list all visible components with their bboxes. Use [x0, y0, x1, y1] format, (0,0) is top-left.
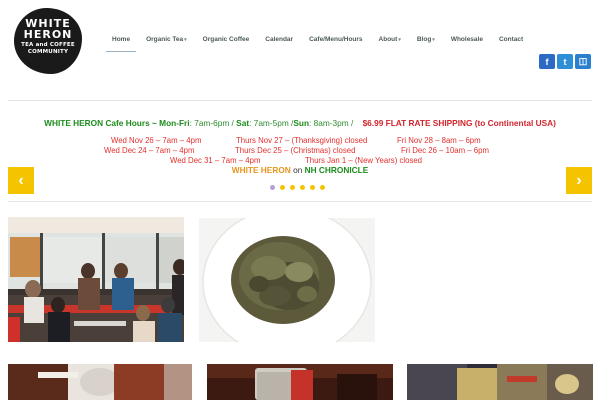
- cafe-hours-announcement: WHITE HERON Cafe Hours ~ Mon-Fri: 7am-6p…: [0, 118, 600, 130]
- service-illustration: [407, 364, 593, 400]
- chevron-left-icon: ‹: [18, 171, 24, 189]
- tin-illustration: [207, 364, 393, 400]
- separator: /: [348, 118, 354, 128]
- monfri-label: Mon-Fri: [159, 118, 190, 128]
- tea-service-photo[interactable]: [407, 364, 593, 400]
- chronicle-show: NH CHRONICLE: [304, 165, 369, 175]
- hours-jan1: Thurs Jan 1 – (New Years) closed: [305, 156, 423, 165]
- monfri-hours: : 7am-6pm: [189, 118, 230, 128]
- slider-dot[interactable]: [290, 185, 295, 190]
- logo-line-3: TEA and COFFEE: [21, 42, 75, 48]
- social-links: f t ◫: [539, 54, 591, 69]
- twitter-icon[interactable]: t: [557, 54, 573, 69]
- sun-label: Sun: [293, 118, 310, 128]
- nav-label-contact: Contact: [498, 36, 524, 43]
- nav-item-organic-coffee[interactable]: Organic Coffee: [195, 30, 258, 50]
- hours-dec24: Wed Dec 24 – 7am – 4pm: [104, 146, 195, 155]
- hours-nov27: Thurs Nov 27 – (Thanksgiving) closed: [236, 136, 368, 145]
- nav-label-organic-coffee: Organic Coffee: [202, 36, 250, 43]
- nav-label-cafe-menu-hours: Cafe/Menu/Hours: [309, 36, 363, 43]
- hours-dec26: Fri Dec 26 – 10am – 6pm: [401, 146, 489, 155]
- sat-hours: : 7am-5pm: [249, 118, 289, 128]
- chronicle-on: on: [293, 165, 303, 175]
- cafe-illustration: [8, 217, 184, 342]
- nav-item-wholesale[interactable]: Wholesale: [443, 30, 491, 50]
- nav-item-home[interactable]: Home: [104, 30, 138, 52]
- sat-label: Sat: [236, 118, 250, 128]
- pour-illustration: [8, 364, 192, 400]
- cafe-hours-label: Cafe Hours ~: [105, 118, 157, 128]
- hours-dec25: Thurs Dec 25 – (Christmas) closed: [235, 146, 356, 155]
- logo-line-2: HERON: [23, 28, 73, 41]
- nav-label-blog: Blog: [416, 36, 432, 43]
- nav-item-contact[interactable]: Contact: [491, 30, 531, 50]
- slider-divider: [8, 201, 592, 202]
- chevron-down-icon: ▾: [184, 37, 187, 43]
- brand-name: WHITE HERON: [44, 118, 104, 128]
- slider-dot[interactable]: [320, 185, 325, 190]
- nav-item-organic-tea[interactable]: Organic Tea ▾: [138, 30, 195, 50]
- slider-dot[interactable]: [300, 185, 305, 190]
- slider-next-button[interactable]: ›: [566, 167, 592, 194]
- chevron-right-icon: ›: [576, 171, 582, 189]
- nav-label-wholesale: Wholesale: [450, 36, 483, 43]
- nav-item-cafe-menu-hours[interactable]: Cafe/Menu/Hours: [301, 30, 370, 50]
- facebook-icon[interactable]: f: [539, 54, 555, 69]
- hours-nov28: Fri Nov 28 – 8am – 6pm: [397, 136, 481, 145]
- hours-dec31: Wed Dec 31 – 7am – 4pm: [170, 156, 261, 165]
- nav-item-blog[interactable]: Blog ▾: [409, 30, 443, 50]
- slider-dot[interactable]: [270, 185, 275, 190]
- header-divider: [8, 100, 592, 101]
- nav-label-calendar: Calendar: [265, 36, 294, 43]
- logo-line-4: COMMUNITY: [27, 49, 69, 55]
- hours-nov26: Wed Nov 26 – 7am – 4pm: [111, 136, 202, 145]
- chevron-down-icon: ▾: [398, 37, 401, 43]
- cafe-interior-photo[interactable]: [8, 217, 184, 342]
- nav-item-calendar[interactable]: Calendar: [257, 30, 301, 50]
- shipping-offer[interactable]: $6.99 FLAT RATE SHIPPING (to Continental…: [363, 118, 556, 128]
- nav-label-organic-tea: Organic Tea: [146, 36, 184, 43]
- slider-pagination: [270, 185, 325, 190]
- loose-leaf-tea-photo[interactable]: [199, 218, 375, 342]
- nav-label-home: Home: [112, 36, 131, 43]
- tea-tin-photo[interactable]: [207, 364, 393, 400]
- instagram-icon[interactable]: ◫: [575, 54, 591, 69]
- tea-plate-illustration: [199, 218, 375, 342]
- main-nav: Home Organic Tea ▾ Organic Coffee Calenda…: [104, 30, 531, 52]
- nav-item-about[interactable]: About ▾: [371, 30, 409, 50]
- slider-prev-button[interactable]: ‹: [8, 167, 34, 194]
- white-heron-logo[interactable]: WHITE HERON TEA and COFFEE COMMUNITY: [14, 8, 82, 74]
- coffee-pouring-photo[interactable]: [8, 364, 192, 400]
- slider-dot[interactable]: [310, 185, 315, 190]
- nav-label-about: About: [378, 36, 398, 43]
- chronicle-brand: WHITE HERON: [231, 165, 291, 175]
- chevron-down-icon: ▾: [432, 37, 435, 43]
- nh-chronicle-feature[interactable]: WHITE HERON on NH CHRONICLE: [0, 165, 600, 175]
- slider-dot[interactable]: [280, 185, 285, 190]
- sun-hours: : 8am-3pm: [309, 118, 349, 128]
